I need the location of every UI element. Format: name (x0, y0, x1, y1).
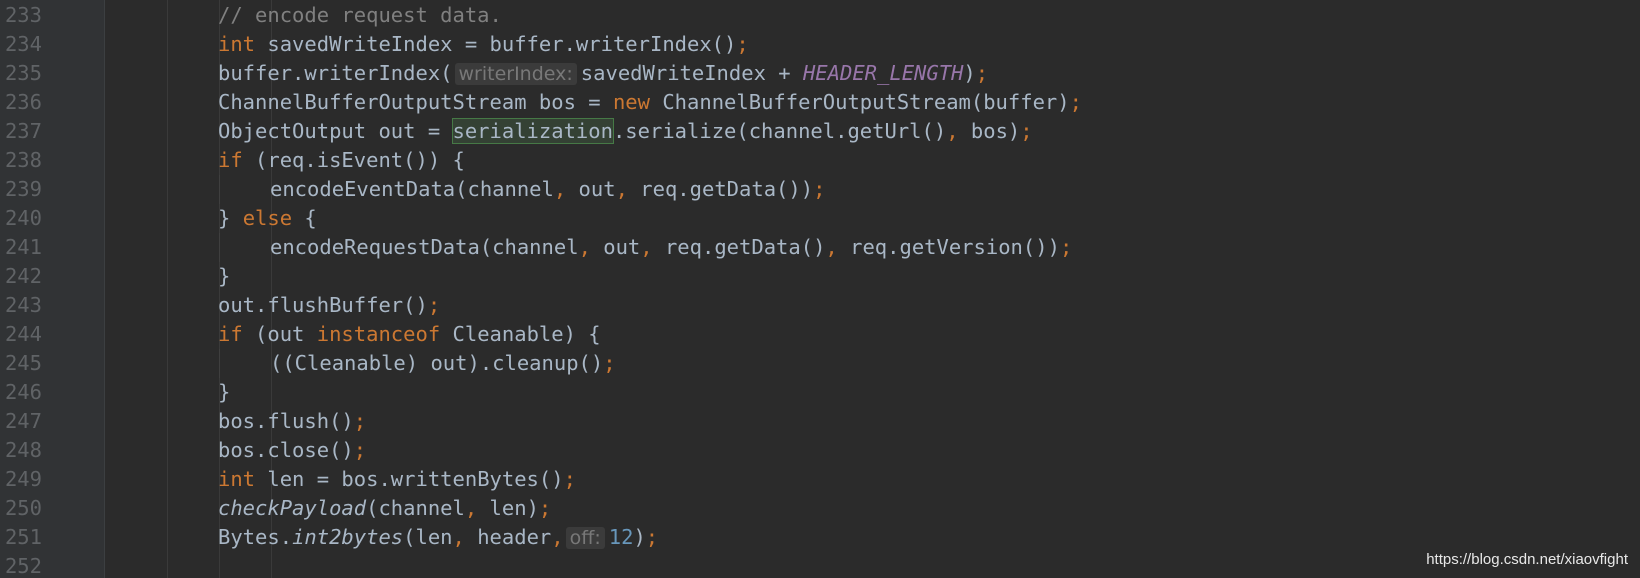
code-line-241[interactable]: 241 encodeRequestData(channel, out, req.g… (0, 233, 1640, 262)
line-number: 234 (4, 32, 42, 56)
code-text: } else { (218, 206, 317, 230)
code-line-239[interactable]: 239 encodeEventData(channel, out, req.get… (0, 175, 1640, 204)
code-text: bos.flush(); (218, 409, 367, 433)
code-editor[interactable]: 233 // encode request data. 234 int savedWr… (0, 0, 1640, 578)
comment: // encode request data. (218, 3, 502, 27)
code-text: checkPayload(channel, len); (218, 496, 552, 520)
line-number: 251 (4, 525, 42, 549)
code-text: if (out instanceof Cleanable) { (218, 322, 601, 346)
line-number: 240 (4, 206, 42, 230)
code-line-252[interactable]: 252 (0, 552, 1640, 578)
line-number: 237 (4, 119, 42, 143)
code-line-233[interactable]: 233 // encode request data. (0, 1, 1640, 30)
block-indent-guide (219, 233, 220, 262)
code-line-242[interactable]: 242} (0, 262, 1640, 291)
code-text: int len = bos.writtenBytes(); (218, 467, 576, 491)
line-number: 249 (4, 467, 42, 491)
block-indent-guide (219, 175, 220, 204)
code-text: } (218, 264, 231, 288)
line-number: 236 (4, 90, 42, 114)
line-number: 235 (4, 61, 42, 85)
code-text: ChannelBufferOutputStream bos = new Chan… (218, 90, 1082, 114)
code-text: bos.close(); (218, 438, 367, 462)
code-text: if (req.isEvent()) { (218, 148, 465, 172)
line-number: 252 (4, 554, 42, 578)
code-line-245[interactable]: 245 ((Cleanable) out).cleanup(); (0, 349, 1640, 378)
watermark: https://blog.csdn.net/xiaovfight (1426, 551, 1628, 568)
code-line-246[interactable]: 246} (0, 378, 1640, 407)
code-line-243[interactable]: 243 out.flushBuffer(); (0, 291, 1640, 320)
code-text: int savedWriteIndex = buffer.writerIndex… (218, 32, 749, 56)
code-line-244[interactable]: 244 if (out instanceof Cleanable) { (0, 320, 1640, 349)
block-indent-guide (219, 349, 220, 378)
code-line-236[interactable]: 236 ChannelBufferOutputStream bos = new C… (0, 88, 1640, 117)
code-line-238[interactable]: 238 if (req.isEvent()) { (0, 146, 1640, 175)
code-text: encodeEventData(channel, out, req.getDat… (270, 177, 826, 201)
code-line-251[interactable]: 251 Bytes.int2bytes(len, header, off: 12); (0, 523, 1640, 552)
code-text: ObjectOutput out = serialization.seriali… (218, 118, 1033, 144)
line-number: 239 (4, 177, 42, 201)
line-number: 241 (4, 235, 42, 259)
code-text: Bytes.int2bytes(len, header, off: 12); (218, 525, 659, 549)
code-line-250[interactable]: 250 checkPayload(channel, len); (0, 494, 1640, 523)
line-number: 247 (4, 409, 42, 433)
line-number: 233 (4, 3, 42, 27)
code-line-247[interactable]: 247 bos.flush(); (0, 407, 1640, 436)
line-number: 245 (4, 351, 42, 375)
line-number: 250 (4, 496, 42, 520)
param-hint-off: off: (565, 527, 605, 549)
code-line-237[interactable]: 237 ObjectOutput out = serialization.seri… (0, 117, 1640, 146)
line-number: 243 (4, 293, 42, 317)
line-number: 248 (4, 438, 42, 462)
code-text: // encode request data. (218, 1, 502, 30)
code-text: buffer.writerIndex(writerIndex: savedWrit… (218, 61, 989, 85)
line-number: 244 (4, 322, 42, 346)
code-line-235[interactable]: 235 buffer.writerIndex(writerIndex: savedW… (0, 59, 1640, 88)
line-number: 242 (4, 264, 42, 288)
code-text: out.flushBuffer(); (218, 293, 441, 317)
highlighted-identifier[interactable]: serialization (451, 118, 614, 144)
code-text: } (218, 380, 231, 404)
code-line-240[interactable]: 240 } else { (0, 204, 1640, 233)
code-line-234[interactable]: 234 int savedWriteIndex = buffer.writerIn… (0, 30, 1640, 59)
param-hint-writer-index: writerIndex: (454, 63, 577, 85)
code-text: ((Cleanable) out).cleanup(); (270, 351, 616, 375)
code-text: encodeRequestData(channel, out, req.getD… (270, 235, 1073, 259)
line-number: 246 (4, 380, 42, 404)
code-line-249[interactable]: 249 int len = bos.writtenBytes(); (0, 465, 1640, 494)
code-line-248[interactable]: 248 bos.close(); (0, 436, 1640, 465)
line-number: 238 (4, 148, 42, 172)
